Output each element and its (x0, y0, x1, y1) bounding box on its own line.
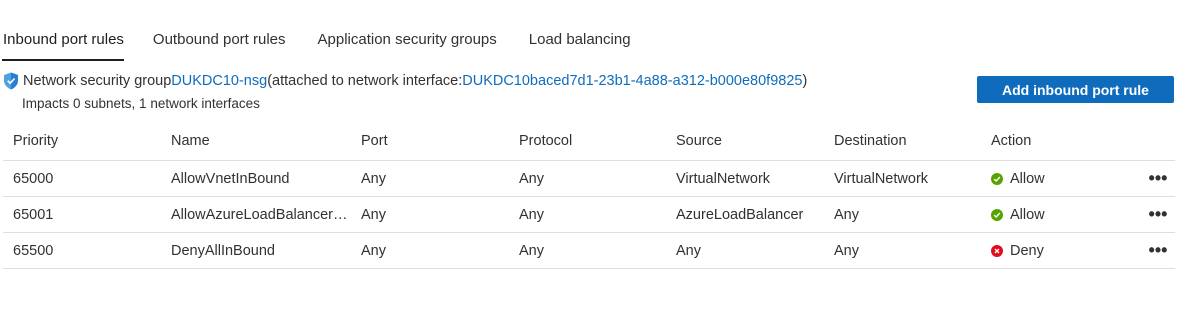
table-row[interactable]: 65500 DenyAllInBound Any Any Any Any Den… (3, 232, 1175, 269)
more-options-button[interactable]: ••• (1131, 232, 1175, 269)
cell-port: Any (351, 232, 509, 269)
cell-source: AzureLoadBalancer (666, 196, 824, 233)
cell-source: Any (666, 232, 824, 269)
table-row[interactable]: 65000 AllowVnetInBound Any Any VirtualNe… (3, 160, 1175, 197)
more-options-button[interactable]: ••• (1131, 160, 1175, 197)
cell-action: Allow (981, 196, 1131, 233)
nsg-suffix-text: ) (802, 73, 808, 89)
shield-icon (3, 72, 19, 90)
cell-name: DenyAllInBound (161, 232, 351, 269)
table-header-row: Priority Name Port Protocol Source Desti… (3, 122, 1175, 161)
tab-load-balancing[interactable]: Load balancing (529, 24, 631, 56)
add-inbound-port-rule-button[interactable]: Add inbound port rule (977, 76, 1174, 103)
cell-protocol: Any (509, 232, 666, 269)
cell-action: Deny (981, 232, 1131, 269)
action-label: Allow (1010, 206, 1045, 223)
nsg-middle-text: (attached to network interface: (267, 73, 463, 89)
more-options-button[interactable]: ••• (1131, 196, 1175, 233)
column-header-action[interactable]: Action (981, 122, 1131, 161)
tab-application-security-groups[interactable]: Application security groups (318, 24, 497, 56)
column-header-priority[interactable]: Priority (3, 122, 161, 161)
action-label: Deny (1010, 242, 1044, 259)
cell-name: AllowVnetInBound (161, 160, 351, 197)
check-circle-icon (991, 172, 1003, 185)
nsg-name-link[interactable]: DUKDC10-nsg (171, 73, 267, 89)
tab-inbound-port-rules[interactable]: Inbound port rules (2, 24, 124, 61)
column-header-source[interactable]: Source (666, 122, 824, 161)
inbound-rules-table: Priority Name Port Protocol Source Desti… (3, 122, 1175, 269)
cell-protocol: Any (509, 160, 666, 197)
impacts-text: Impacts 0 subnets, 1 network interfaces (22, 96, 260, 111)
cell-priority: 65500 (3, 232, 161, 269)
cell-protocol: Any (509, 196, 666, 233)
cell-port: Any (351, 196, 509, 233)
column-header-more (1131, 122, 1175, 161)
column-header-port[interactable]: Port (351, 122, 509, 161)
cell-destination: Any (824, 232, 981, 269)
column-header-protocol[interactable]: Protocol (509, 122, 666, 161)
cell-action: Allow (981, 160, 1131, 197)
cell-destination: VirtualNetwork (824, 160, 981, 197)
action-label: Allow (1010, 170, 1045, 187)
cell-priority: 65001 (3, 196, 161, 233)
cell-priority: 65000 (3, 160, 161, 197)
nsg-info-line: Network security group DUKDC10-nsg (atta… (3, 72, 807, 90)
cell-destination: Any (824, 196, 981, 233)
network-interface-link[interactable]: DUKDC10baced7d1-23b1-4a88-a312-b000e80f9… (462, 73, 802, 89)
tab-outbound-port-rules[interactable]: Outbound port rules (153, 24, 286, 56)
cell-name: AllowAzureLoadBalancerInBound (161, 196, 351, 233)
nsg-prefix-text: Network security group (23, 73, 172, 89)
column-header-destination[interactable]: Destination (824, 122, 981, 161)
error-circle-icon (991, 244, 1003, 257)
table-row[interactable]: 65001 AllowAzureLoadBalancerInBound Any … (3, 196, 1175, 233)
cell-port: Any (351, 160, 509, 197)
cell-source: VirtualNetwork (666, 160, 824, 197)
column-header-name[interactable]: Name (161, 122, 351, 161)
check-circle-icon (991, 208, 1003, 221)
tab-bar: Inbound port rules Outbound port rules A… (0, 24, 663, 64)
